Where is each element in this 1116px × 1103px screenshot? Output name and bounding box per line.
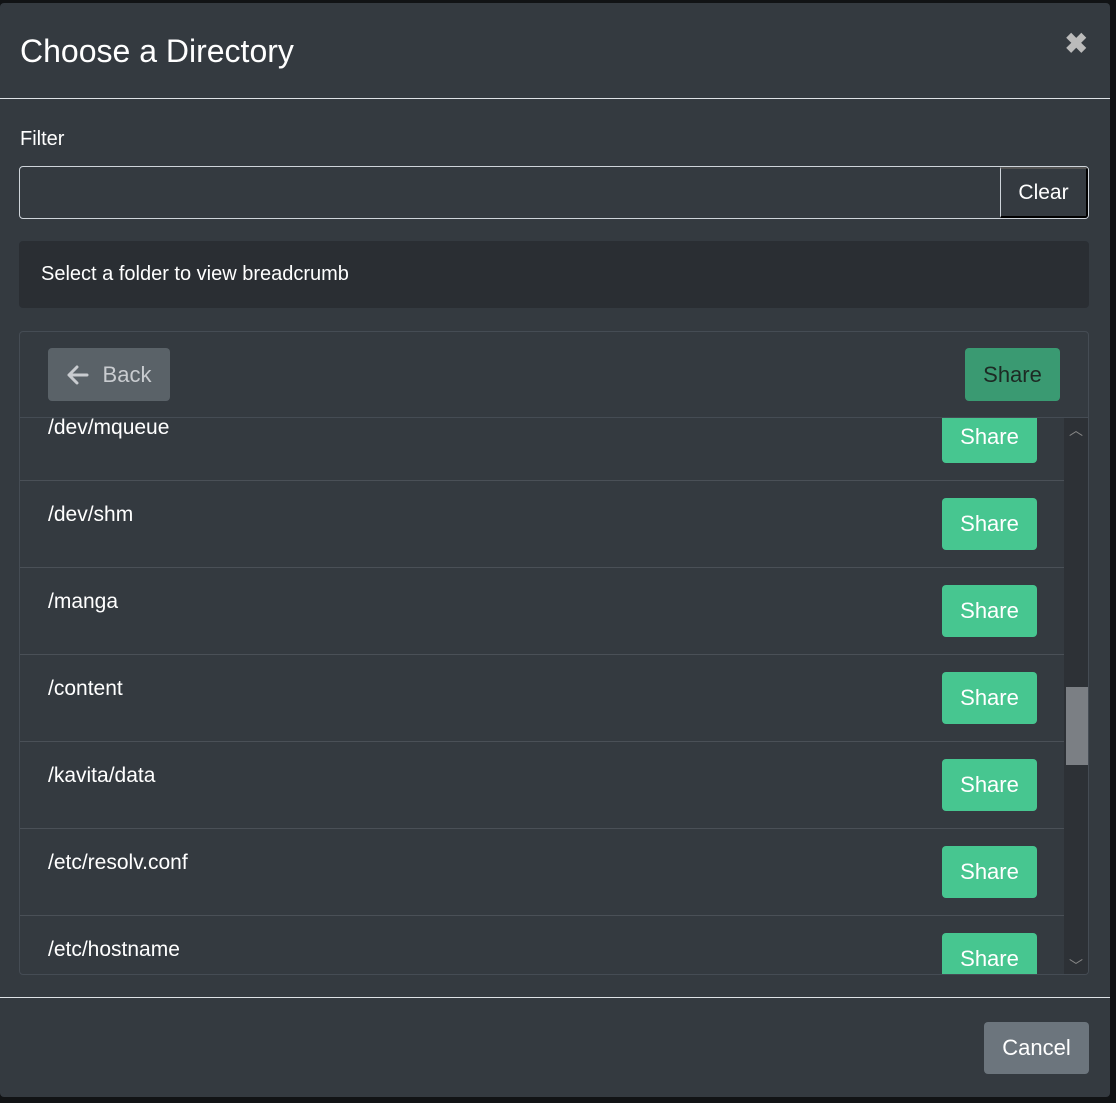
chevron-down-icon[interactable]: ﹀ (1064, 956, 1088, 974)
modal-footer: Cancel (0, 997, 1110, 1097)
share-button[interactable]: Share (942, 498, 1037, 550)
breadcrumb: Select a folder to view breadcrumb (19, 241, 1089, 308)
clear-button[interactable]: Clear (1000, 167, 1088, 218)
filter-input-group: Clear (19, 166, 1089, 219)
directory-path: /etc/hostname (48, 938, 180, 961)
share-button[interactable]: Share (942, 672, 1037, 724)
directory-path: /dev/shm (48, 503, 134, 526)
directory-row[interactable]: /etc/resolv.conf Share (20, 829, 1065, 916)
directory-path: /dev/mqueue (48, 418, 170, 439)
share-button[interactable]: Share (942, 846, 1037, 898)
scrollbar-thumb[interactable] (1066, 687, 1088, 765)
arrow-left-icon (67, 365, 89, 384)
directory-path: /manga (48, 590, 119, 613)
directory-toolbar: Back Share (20, 332, 1088, 418)
scrollbar[interactable]: ︿ ﹀ (1064, 418, 1088, 974)
share-button[interactable]: Share (942, 933, 1037, 974)
share-button[interactable]: Share (942, 759, 1037, 811)
filter-input[interactable] (20, 167, 1000, 218)
filter-label: Filter (20, 128, 65, 150)
share-current-button[interactable]: Share (965, 348, 1060, 401)
directory-row[interactable]: /etc/hostname Share (20, 916, 1065, 974)
choose-directory-modal: Choose a Directory ✖ Filter Clear Select… (0, 3, 1110, 1097)
directory-card: Back Share /dev/mqueue Share/dev/shm Share… (19, 331, 1089, 975)
directory-row[interactable]: /manga Share (20, 568, 1065, 655)
directory-path: /etc/resolv.conf (48, 851, 188, 874)
directory-row[interactable]: /content Share (20, 655, 1065, 742)
directory-row[interactable]: /dev/mqueue Share (20, 418, 1065, 481)
chevron-up-icon[interactable]: ︿ (1064, 420, 1088, 440)
modal-title: Choose a Directory (20, 33, 294, 69)
directory-list: /dev/mqueue Share/dev/shm Share/manga Share… (20, 418, 1065, 974)
directory-row[interactable]: /dev/shm Share (20, 481, 1065, 568)
directory-path: /kavita/data (48, 764, 156, 787)
share-button[interactable]: Share (942, 418, 1037, 463)
close-icon[interactable]: ✖ (1065, 27, 1088, 60)
back-button[interactable]: Back (48, 348, 170, 401)
share-button[interactable]: Share (942, 585, 1037, 637)
cancel-button[interactable]: Cancel (984, 1022, 1089, 1074)
back-label: Back (102, 361, 152, 387)
directory-row[interactable]: /kavita/data Share (20, 742, 1065, 829)
modal-header: Choose a Directory ✖ (0, 3, 1110, 99)
directory-path: /content (48, 677, 123, 700)
